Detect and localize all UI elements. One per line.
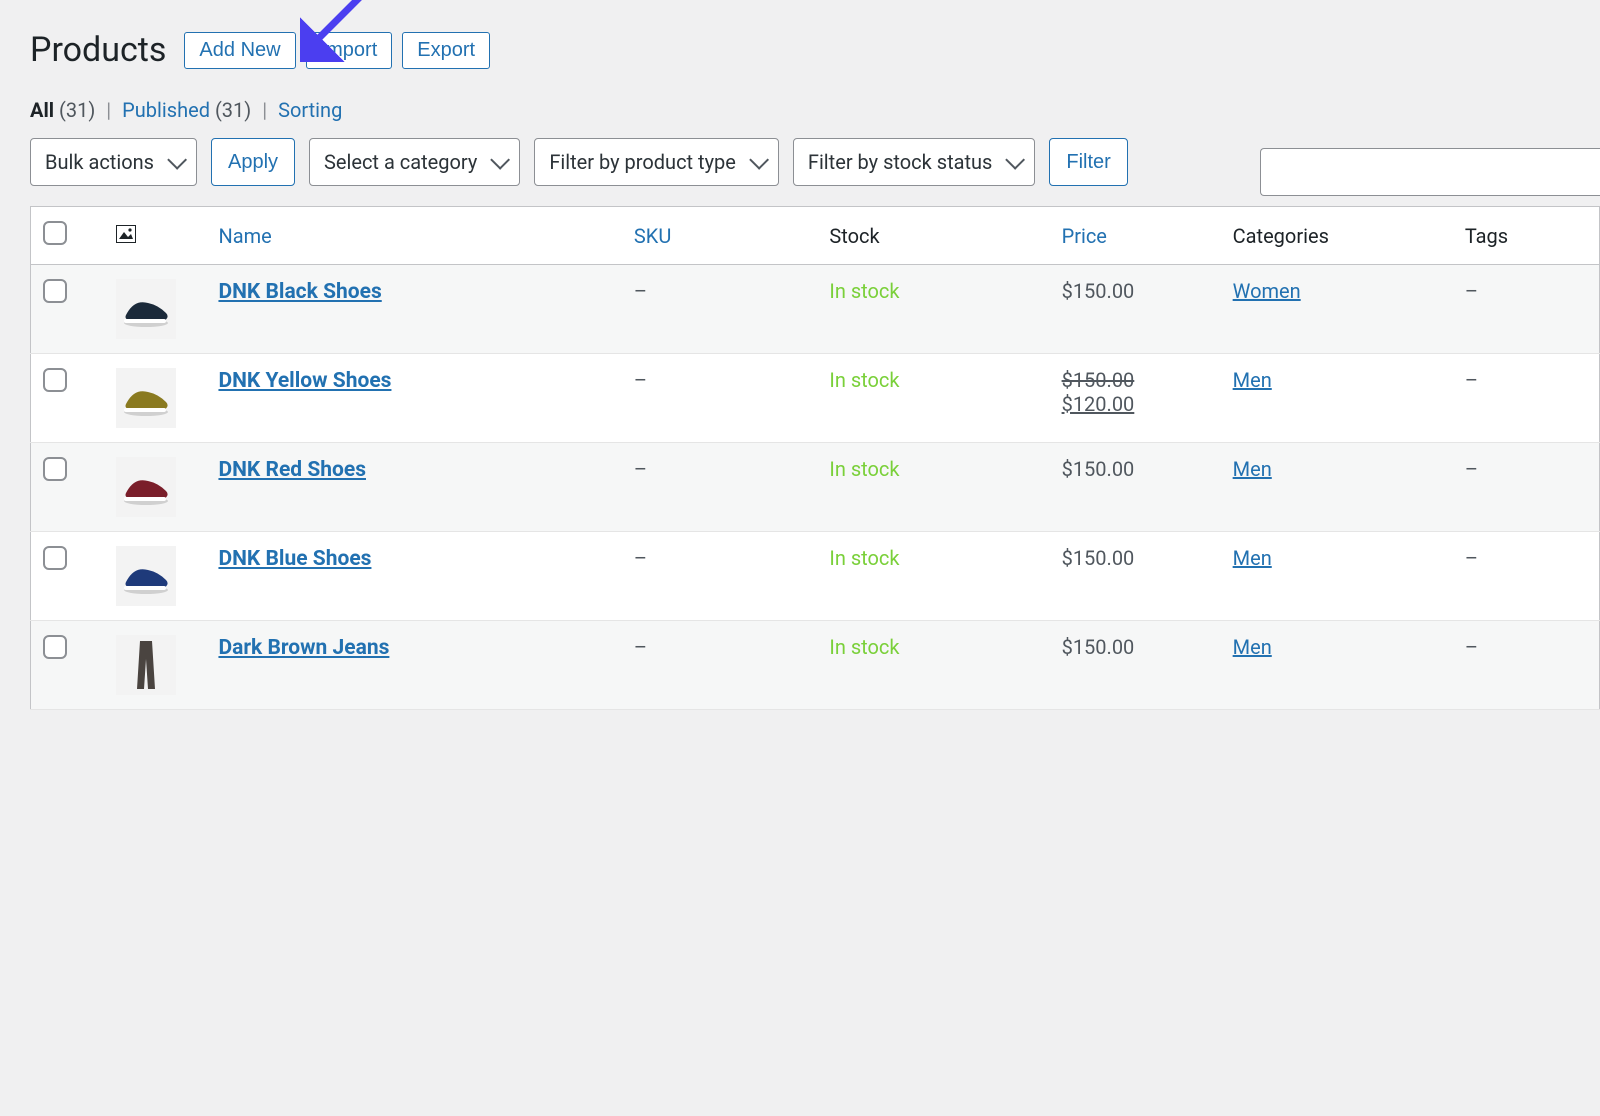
product-name-link[interactable]: DNK Blue Shoes xyxy=(218,547,371,571)
product-name-link[interactable]: DNK Black Shoes xyxy=(218,280,381,304)
column-image xyxy=(104,207,207,265)
sku-value: – xyxy=(634,279,647,303)
product-name-link[interactable]: DNK Red Shoes xyxy=(218,458,366,482)
search-input[interactable] xyxy=(1260,148,1600,196)
price-current: $150.00 xyxy=(1062,457,1135,481)
view-filter-links: All (31) | Published (31) | Sorting xyxy=(30,98,1600,122)
sku-value: – xyxy=(634,546,647,570)
image-icon xyxy=(116,225,136,243)
products-table: Name SKU Stock Price Categories Tags DNK… xyxy=(30,206,1600,710)
category-link[interactable]: Men xyxy=(1233,546,1272,570)
chevron-down-icon xyxy=(167,150,187,170)
tags-value: – xyxy=(1465,546,1478,570)
category-link[interactable]: Men xyxy=(1233,368,1272,392)
price-current: $150.00 xyxy=(1062,546,1135,570)
category-link[interactable]: Men xyxy=(1233,635,1272,659)
tags-value: – xyxy=(1465,279,1478,303)
category-link[interactable]: Men xyxy=(1233,457,1272,481)
column-sku[interactable]: SKU xyxy=(622,207,818,265)
stock-status: In stock xyxy=(829,279,899,303)
import-button[interactable]: Import xyxy=(306,32,393,69)
chevron-down-icon xyxy=(491,150,511,170)
filter-all[interactable]: All (31) xyxy=(30,98,100,122)
table-row: DNK Yellow Shoes – In stock $150.00$120.00 M… xyxy=(31,354,1600,443)
page-title: Products xyxy=(30,30,166,70)
chevron-down-icon xyxy=(1006,150,1026,170)
stock-status: In stock xyxy=(829,368,899,392)
stock-status-select[interactable]: Filter by stock status xyxy=(793,138,1036,186)
column-stock: Stock xyxy=(817,207,1049,265)
product-thumbnail[interactable] xyxy=(116,368,176,428)
table-row: DNK Blue Shoes – In stock $150.00 Men – xyxy=(31,532,1600,621)
stock-status: In stock xyxy=(829,546,899,570)
export-button[interactable]: Export xyxy=(402,32,490,69)
column-categories: Categories xyxy=(1221,207,1453,265)
row-checkbox[interactable] xyxy=(43,635,67,659)
filter-published[interactable]: Published (31) xyxy=(122,98,256,122)
table-row: DNK Red Shoes – In stock $150.00 Men – xyxy=(31,443,1600,532)
chevron-down-icon xyxy=(749,150,769,170)
column-price[interactable]: Price xyxy=(1050,207,1221,265)
category-link[interactable]: Women xyxy=(1233,279,1301,303)
tags-value: – xyxy=(1465,635,1478,659)
sku-value: – xyxy=(634,368,647,392)
sku-value: – xyxy=(634,457,647,481)
product-thumbnail[interactable] xyxy=(116,635,176,695)
tags-value: – xyxy=(1465,368,1478,392)
price-current: $150.00 xyxy=(1062,279,1135,303)
tags-value: – xyxy=(1465,457,1478,481)
column-tags: Tags xyxy=(1453,207,1600,265)
select-all-checkbox[interactable] xyxy=(43,221,67,245)
filter-sorting[interactable]: Sorting xyxy=(278,98,342,122)
apply-button[interactable]: Apply xyxy=(211,138,295,186)
stock-status: In stock xyxy=(829,635,899,659)
price-old: $150.00 xyxy=(1062,368,1135,392)
sku-value: – xyxy=(634,635,647,659)
product-thumbnail[interactable] xyxy=(116,546,176,606)
category-select[interactable]: Select a category xyxy=(309,138,520,186)
bulk-actions-select[interactable]: Bulk actions xyxy=(30,138,197,186)
filter-button[interactable]: Filter xyxy=(1049,138,1127,186)
product-type-select[interactable]: Filter by product type xyxy=(534,138,779,186)
table-row: DNK Black Shoes – In stock $150.00 Women – xyxy=(31,265,1600,354)
product-thumbnail[interactable] xyxy=(116,457,176,517)
row-checkbox[interactable] xyxy=(43,457,67,481)
price-current: $150.00 xyxy=(1062,635,1135,659)
table-row: Dark Brown Jeans – In stock $150.00 Men – xyxy=(31,621,1600,710)
product-name-link[interactable]: Dark Brown Jeans xyxy=(218,636,389,660)
row-checkbox[interactable] xyxy=(43,279,67,303)
stock-status: In stock xyxy=(829,457,899,481)
price-current: $120.00 xyxy=(1062,392,1209,416)
column-name[interactable]: Name xyxy=(206,207,621,265)
row-checkbox[interactable] xyxy=(43,546,67,570)
product-name-link[interactable]: DNK Yellow Shoes xyxy=(218,369,391,393)
add-new-button[interactable]: Add New xyxy=(184,32,295,69)
product-thumbnail[interactable] xyxy=(116,279,176,339)
row-checkbox[interactable] xyxy=(43,368,67,392)
